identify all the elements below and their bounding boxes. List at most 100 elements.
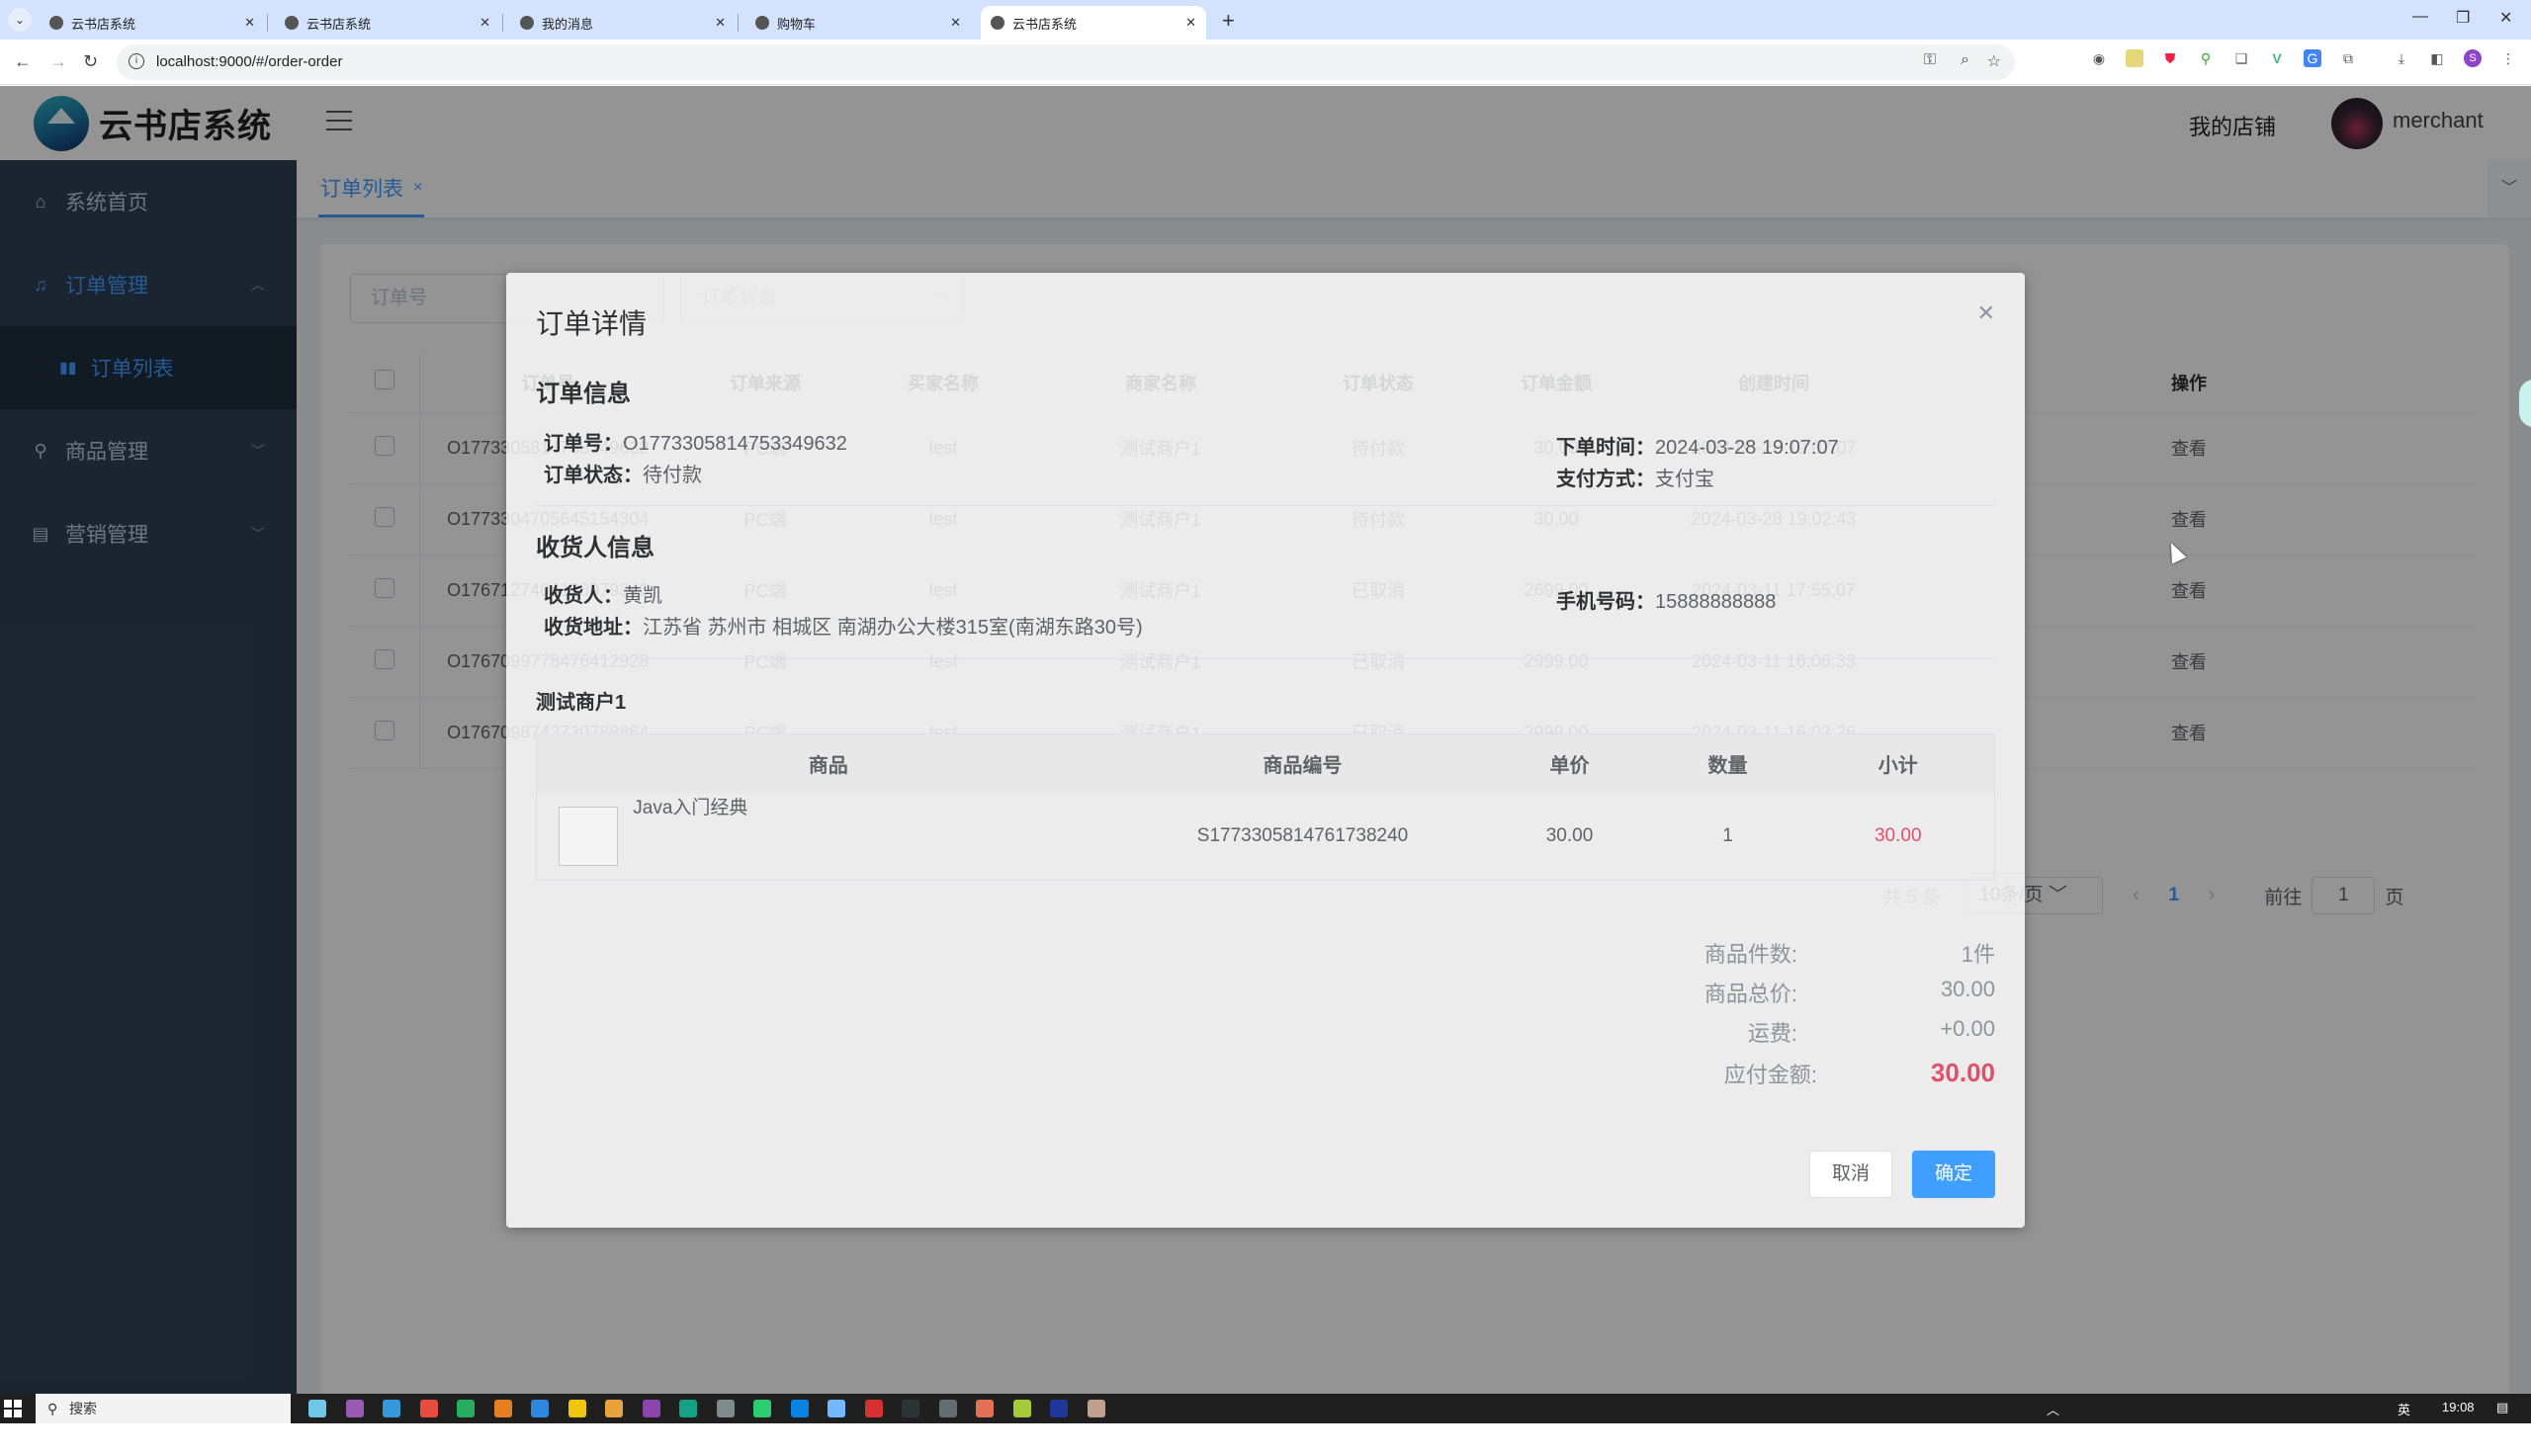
key-icon[interactable]: ⚿ <box>1924 51 1936 69</box>
browser-toolbar: ← → ↻ i localhost:9000/#/order-order ⚿ ⌕… <box>0 40 2531 85</box>
address-bar[interactable]: i localhost:9000/#/order-order ⚿ ⌕ ☆ <box>117 44 2015 80</box>
close-icon[interactable]: ✕ <box>1977 300 1995 326</box>
app-icon[interactable] <box>679 1400 697 1417</box>
browser-tab[interactable]: 我的消息 ✕ <box>510 6 736 40</box>
chrome-icon[interactable] <box>419 1400 438 1417</box>
order-detail-dialog: 订单详情 ✕ 订单信息 订单号：O1773305814753349632 订单状… <box>506 273 2025 1228</box>
browser-tab[interactable]: 购物车 ✕ <box>745 6 971 40</box>
file-explorer-icon[interactable] <box>567 1400 586 1417</box>
windows-taskbar: ⚲ 搜索 ︿ 英 19:08 ▤ <box>0 1394 2531 1423</box>
merchant-name: 测试商户1 <box>536 692 627 714</box>
tray-overflow-icon[interactable]: ︿ <box>2047 1400 2059 1418</box>
wechat-icon[interactable] <box>753 1400 771 1417</box>
app-icon[interactable] <box>1087 1400 1105 1417</box>
confirm-button[interactable]: 确定 <box>1912 1151 1995 1198</box>
image-extension-icon[interactable] <box>2126 49 2143 67</box>
app-icon[interactable] <box>605 1400 623 1417</box>
download-icon[interactable]: ⤓ <box>2393 49 2410 67</box>
close-tab-icon[interactable]: ✕ <box>950 15 961 31</box>
order-status-field: 订单状态：待付款 <box>544 465 702 486</box>
app-icon[interactable] <box>457 1400 475 1417</box>
globe-icon <box>755 16 769 30</box>
search-extension-icon[interactable]: ⚲ <box>2197 49 2215 67</box>
browser-tab[interactable]: 云书店系统 ✕ <box>40 6 265 40</box>
url-text[interactable]: localhost:9000/#/order-order <box>156 53 342 70</box>
receiver-phone-field: 手机号码：15888888888 <box>1556 591 1777 613</box>
new-tab-button[interactable]: + <box>1222 8 1235 34</box>
close-tab-icon[interactable]: ✕ <box>715 15 726 31</box>
terminal-icon[interactable] <box>938 1400 957 1417</box>
app-icon[interactable] <box>345 1400 364 1417</box>
mail-app-icon[interactable] <box>531 1400 549 1417</box>
section-receiver-info: 收货人信息 <box>536 535 655 561</box>
col-price: 单价 <box>1485 733 1654 794</box>
product-thumbnail <box>559 807 618 867</box>
col-subtotal: 小计 <box>1801 733 1995 794</box>
app-icon[interactable] <box>790 1400 809 1417</box>
taskbar-search[interactable]: ⚲ 搜索 <box>36 1394 291 1423</box>
section-order-info: 订单信息 <box>536 381 631 407</box>
product-name: Java入门经典 <box>633 798 748 819</box>
extensions-puzzle-icon[interactable]: ⧉ <box>2339 49 2357 67</box>
site-info-icon[interactable]: i <box>129 53 144 69</box>
floating-assistant-button[interactable] <box>2519 380 2531 427</box>
profile-avatar[interactable]: S <box>2464 49 2482 67</box>
divider <box>536 658 1995 659</box>
app-icon[interactable] <box>642 1400 660 1417</box>
browser-tab[interactable]: 云书店系统 ✕ <box>275 6 500 40</box>
browser-menu-icon[interactable]: ⋮ <box>2499 49 2517 67</box>
back-button[interactable]: ← <box>14 51 32 72</box>
bookmark-star-icon[interactable]: ☆ <box>1987 51 2001 71</box>
product-price: 30.00 <box>1545 825 1594 847</box>
close-window-button[interactable]: ✕ <box>2499 8 2512 28</box>
search-icon: ⚲ <box>47 1401 58 1416</box>
product-row: Java入门经典 S1773305814761738240 30.00 1 30… <box>537 794 1995 881</box>
restore-button[interactable]: ❐ <box>2456 8 2470 28</box>
search-app-icon[interactable] <box>976 1400 994 1417</box>
translate-extension-icon[interactable]: G <box>2304 49 2321 67</box>
forward-button[interactable]: → <box>49 51 67 72</box>
word-icon[interactable] <box>1050 1400 1068 1417</box>
firefox-icon[interactable] <box>493 1400 512 1417</box>
bot-app-icon[interactable] <box>308 1400 326 1417</box>
tab-search-button[interactable]: ⌄ <box>8 8 32 32</box>
close-tab-icon[interactable]: ✕ <box>1185 15 1196 31</box>
app-icon[interactable] <box>716 1400 735 1417</box>
divider <box>536 505 1995 506</box>
summary-shipping: 运费: +0.00 <box>1747 1016 1995 1046</box>
taskbar-clock[interactable]: 19:08 <box>2442 1400 2475 1414</box>
product-subtotal: 30.00 <box>1874 825 1922 847</box>
globe-icon <box>520 16 534 30</box>
browser-tab-active[interactable]: 云书店系统 ✕ <box>981 6 1206 40</box>
vue-devtools-icon[interactable]: V <box>2268 49 2286 67</box>
app-icon[interactable] <box>864 1400 883 1417</box>
intellij-icon[interactable] <box>902 1400 919 1417</box>
payment-method-field: 支付方式：支付宝 <box>1556 469 1714 490</box>
close-tab-icon[interactable]: ✕ <box>480 15 490 31</box>
reload-button[interactable]: ↻ <box>83 51 98 72</box>
minimize-button[interactable]: — <box>2412 8 2428 26</box>
copy-extension-icon[interactable]: ❏ <box>2232 49 2250 67</box>
ime-indicator[interactable]: 英 <box>2398 1400 2410 1418</box>
app-icon[interactable] <box>828 1400 845 1417</box>
notepad-icon[interactable] <box>1012 1400 1031 1417</box>
side-panel-icon[interactable]: ◧ <box>2428 49 2446 67</box>
cancel-button[interactable]: 取消 <box>1809 1151 1892 1198</box>
shield-extension-icon[interactable]: ⛊ <box>2161 49 2179 67</box>
summary-item-count: 商品件数: 1件 <box>1703 942 1995 967</box>
summary-payable: 应付金额: 30.00 <box>1723 1058 1995 1087</box>
globe-icon <box>49 16 63 30</box>
notification-icon[interactable]: ▤ <box>2496 1400 2508 1415</box>
col-qty: 数量 <box>1653 733 1802 794</box>
close-tab-icon[interactable]: ✕ <box>244 15 255 31</box>
zoom-icon[interactable]: ⌕ <box>1961 51 1969 69</box>
product-sku: S1773305814761738240 <box>1196 825 1409 847</box>
receiver-name-field: 收货人：黄凯 <box>544 585 662 607</box>
pdf-app-icon[interactable] <box>383 1400 400 1417</box>
product-qty: 1 <box>1722 825 1733 847</box>
col-sku: 商品编号 <box>1119 733 1486 794</box>
dialog-title: 订单详情 <box>536 308 648 339</box>
windows-start-button[interactable] <box>4 1400 22 1417</box>
col-product: 商品 <box>536 733 1120 794</box>
camera-extension-icon[interactable]: ◉ <box>2090 49 2108 67</box>
